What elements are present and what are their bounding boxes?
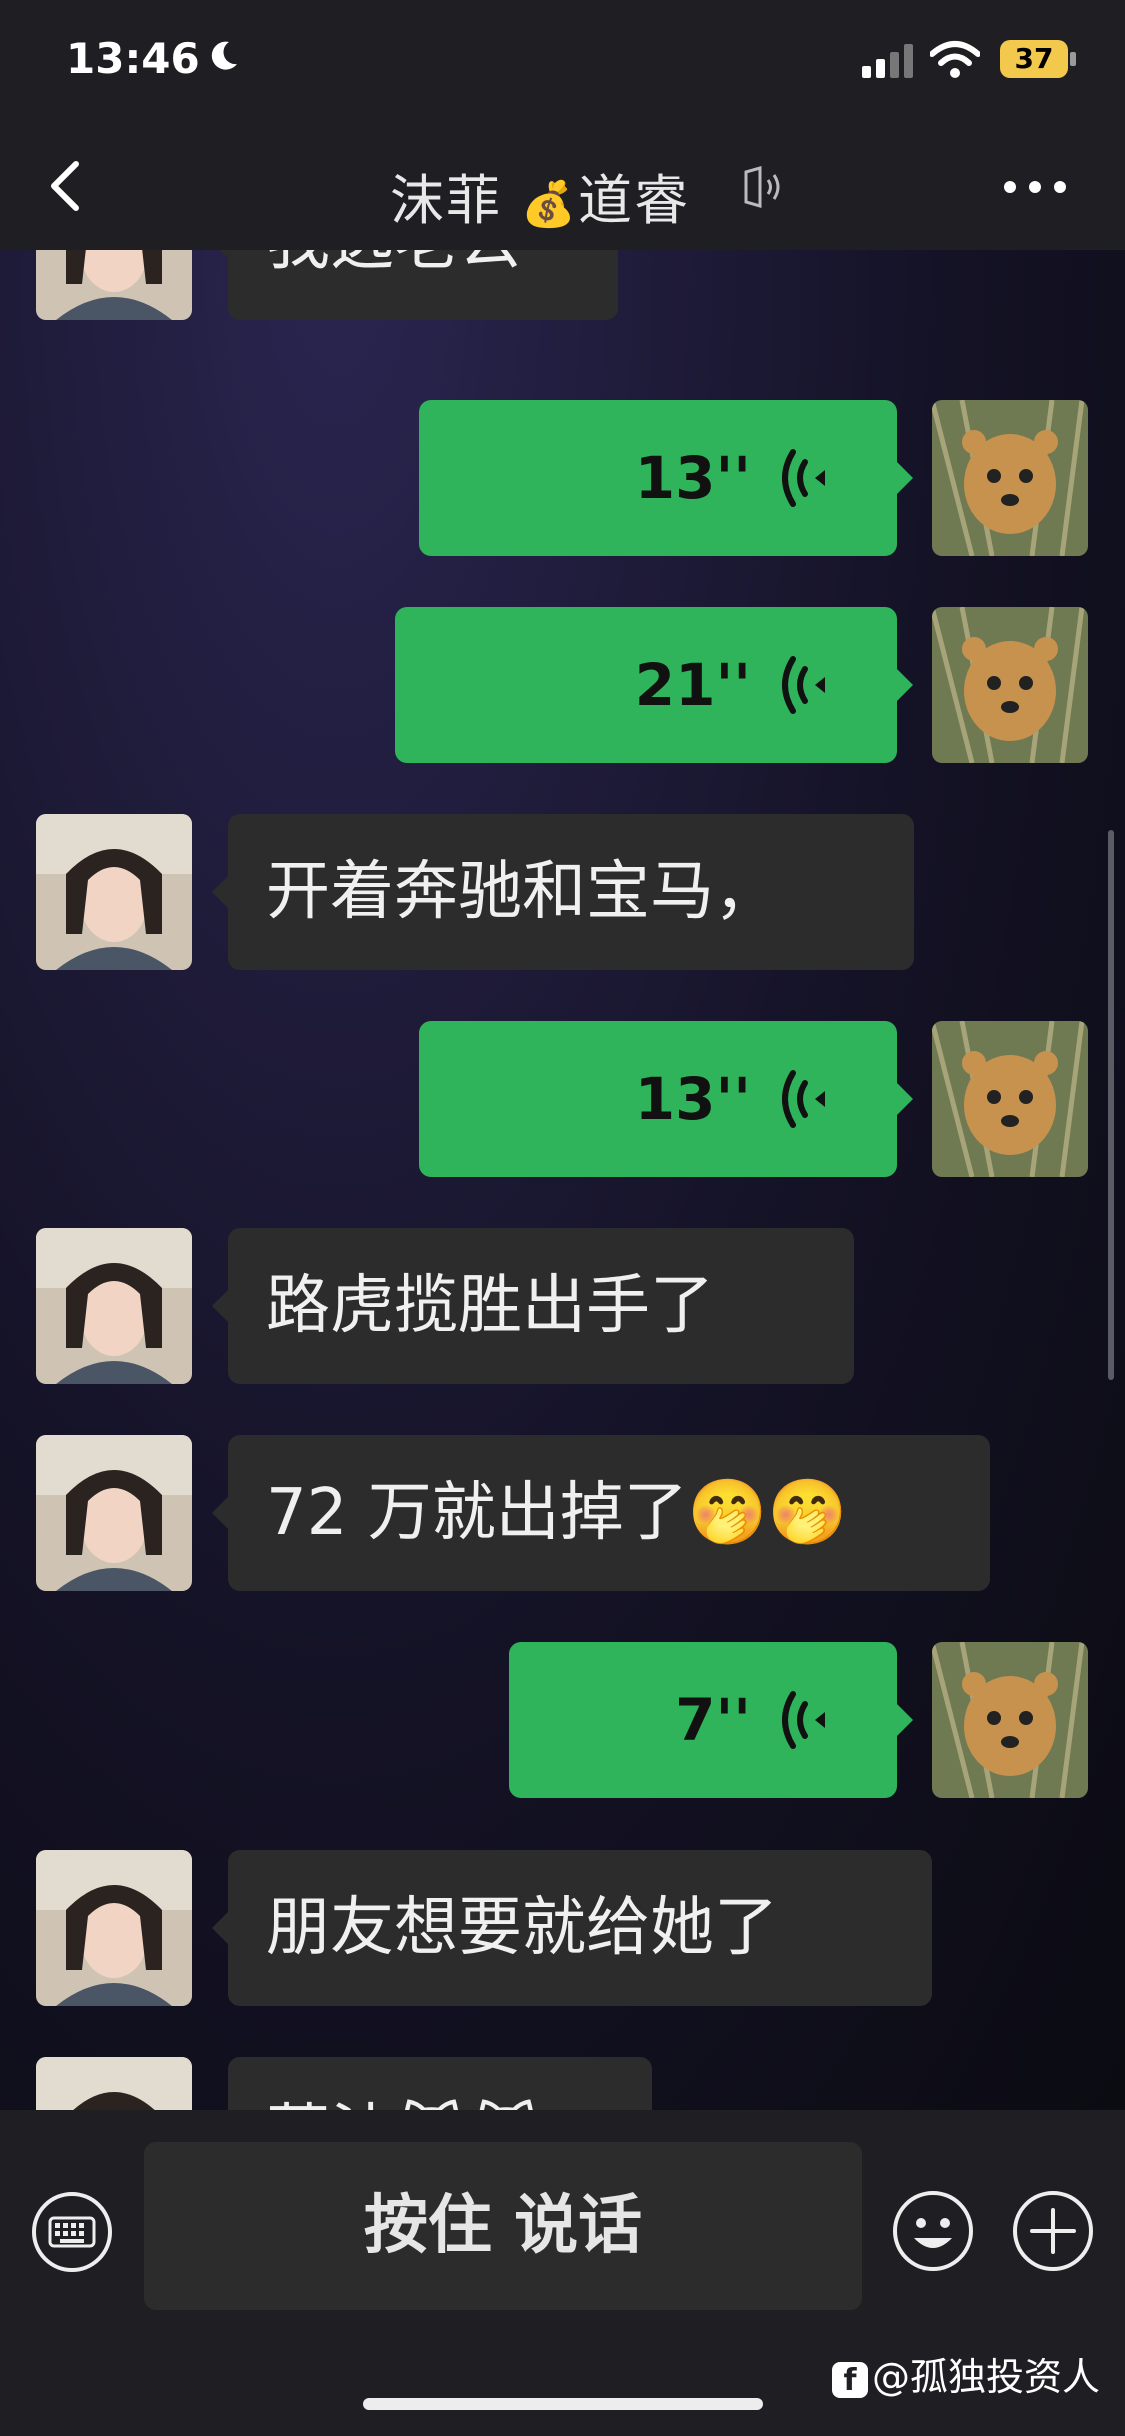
voice-duration: 13'' xyxy=(634,444,751,512)
emoji-icon[interactable] xyxy=(890,2188,976,2274)
back-chevron-icon[interactable] xyxy=(36,156,96,216)
chat-header: 沫菲 💰道睿 xyxy=(0,120,1125,250)
message-row: 13'' xyxy=(0,400,1125,560)
more-options-icon[interactable] xyxy=(1000,172,1070,202)
contact-avatar[interactable] xyxy=(36,1228,192,1384)
message-row: 7'' xyxy=(0,1642,1125,1802)
keyboard-icon[interactable] xyxy=(30,2190,114,2274)
wifi-icon xyxy=(930,41,980,78)
status-time: 13:46 xyxy=(66,34,200,83)
cellular-signal-icon xyxy=(862,44,913,78)
voice-wave-icon xyxy=(782,1070,825,1128)
message-row: 开着奔驰和宝马， xyxy=(0,814,1125,974)
chat-title-name: 沫菲 xyxy=(390,169,502,232)
contact-avatar[interactable] xyxy=(36,814,192,970)
facebook-icon: f xyxy=(832,2361,868,2398)
contact-avatar[interactable] xyxy=(36,1435,192,1591)
text-message-bubble[interactable]: 朋友想要就给她了 xyxy=(212,1850,932,2006)
status-bar: 13:46 37 xyxy=(0,0,1125,120)
chat-scrollbar[interactable] xyxy=(1108,830,1114,1380)
home-indicator xyxy=(363,2398,763,2410)
moon-icon xyxy=(211,41,237,70)
voice-message-bubble[interactable]: 21'' xyxy=(395,607,913,763)
text-message-bubble[interactable]: 开着奔驰和宝马， xyxy=(212,814,914,970)
watermark: f @孤独投资人 xyxy=(832,2346,1100,2401)
voice-wave-icon xyxy=(782,656,825,714)
message-row: 路虎揽胜出手了 xyxy=(0,1228,1125,1388)
voice-wave-icon xyxy=(782,449,825,507)
text-message-bubble[interactable]: 莫法😹😹 xyxy=(228,2057,652,2110)
contact-avatar[interactable] xyxy=(36,1850,192,2006)
contact-avatar[interactable] xyxy=(36,250,192,320)
my-avatar[interactable] xyxy=(932,607,1088,763)
message-row: 朋友想要就给她了 xyxy=(0,1850,1125,2010)
hold-to-talk-button[interactable]: 按住 说话 xyxy=(144,2142,862,2310)
text-message-bubble[interactable]: 路虎揽胜出手了 xyxy=(212,1228,854,1384)
my-avatar[interactable] xyxy=(932,400,1088,556)
message-row: 我选老公 xyxy=(0,250,1125,324)
chat-title: 沫菲 💰道睿 xyxy=(390,156,690,235)
my-avatar[interactable] xyxy=(932,1642,1088,1798)
voice-wave-icon xyxy=(782,1691,825,1749)
message-row: 13'' xyxy=(0,1021,1125,1181)
message-row: 72 万就出掉了🤭🤭 xyxy=(0,1435,1125,1595)
money-bag-emoji: 💰 xyxy=(521,179,578,230)
voice-message-bubble[interactable]: 13'' xyxy=(419,1021,913,1177)
contact-avatar[interactable] xyxy=(36,2057,192,2110)
message-row: 21'' xyxy=(0,607,1125,767)
chat-area[interactable]: 我选老公 13'' 21'' 开着奔驰和宝马， 13'' xyxy=(0,250,1125,2110)
text-message-bubble[interactable]: 我选老公 xyxy=(212,250,618,320)
text-message-bubble[interactable]: 72 万就出掉了🤭🤭 xyxy=(212,1435,990,1591)
voice-message-bubble[interactable]: 13'' xyxy=(419,400,913,556)
speaker-mode-icon xyxy=(744,166,780,208)
voice-duration: 7'' xyxy=(675,1686,751,1754)
battery-level: 37 xyxy=(1000,40,1068,78)
my-avatar[interactable] xyxy=(932,1021,1088,1177)
chat-title-suffix: 道睿 xyxy=(577,169,690,232)
battery-tip xyxy=(1070,52,1076,66)
voice-message-bubble[interactable]: 7'' xyxy=(509,1642,913,1798)
watermark-text: @孤独投资人 xyxy=(872,2355,1101,2399)
plus-icon[interactable] xyxy=(1010,2188,1096,2274)
voice-duration: 13'' xyxy=(634,1065,751,1133)
voice-duration: 21'' xyxy=(634,651,751,719)
message-row: 莫法😹😹 xyxy=(0,2057,1125,2110)
